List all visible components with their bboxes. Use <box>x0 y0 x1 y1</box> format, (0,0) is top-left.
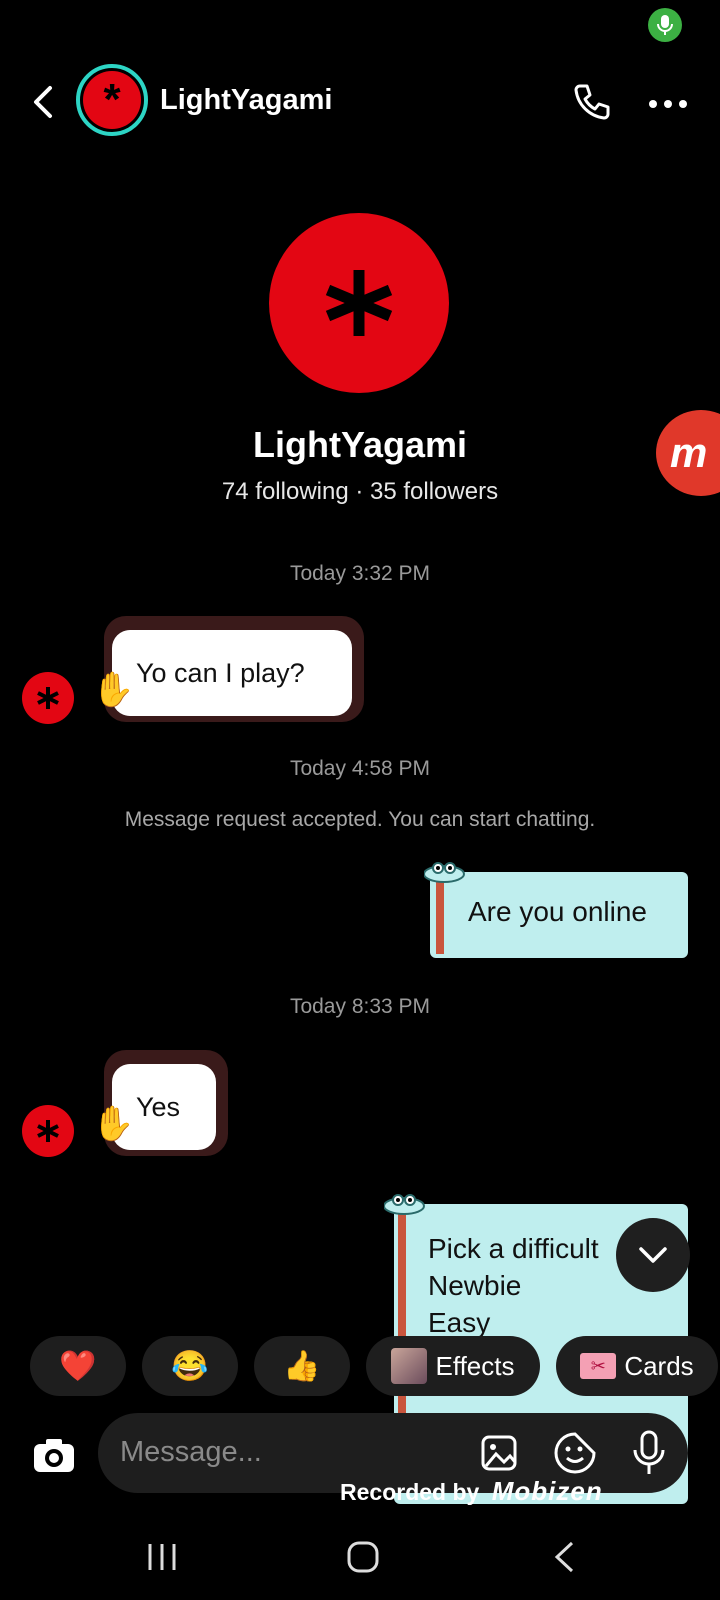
scroll-to-bottom-button[interactable] <box>616 1218 690 1292</box>
cards-button[interactable]: ✂ Cards <box>556 1336 718 1396</box>
avatar-glyph: * <box>83 71 141 129</box>
system-message: Message request accepted. You can start … <box>124 808 596 831</box>
waving-hand-icon: ✋ <box>92 1105 135 1143</box>
timestamp: Today 3:32 PM <box>289 562 431 585</box>
effects-button[interactable]: Effects <box>366 1336 540 1396</box>
quick-reaction-heart[interactable]: ❤️ <box>30 1336 126 1396</box>
cards-label: Cards <box>624 1350 694 1381</box>
chevron-down-icon <box>639 1247 667 1263</box>
mic-recording-indicator-icon <box>648 8 682 42</box>
quick-reaction-laughing[interactable]: 😂 <box>142 1336 238 1396</box>
laughing-face-icon: 😂 <box>171 1349 209 1383</box>
gift-card-icon: ✂ <box>580 1353 617 1379</box>
home-icon[interactable] <box>346 1540 380 1579</box>
timestamp: Today 4:58 PM <box>289 757 431 780</box>
sender-avatar[interactable] <box>22 1105 74 1157</box>
back-chevron-icon[interactable] <box>28 82 58 122</box>
profile-stats: 74 following · 35 followers <box>221 478 499 505</box>
crocodile-sticker-icon <box>423 860 470 889</box>
message-input[interactable]: Message... <box>120 1436 262 1469</box>
header-contact-name[interactable]: LightYagami <box>160 84 332 117</box>
quick-reaction-thumbs-up[interactable]: 👍 <box>254 1336 350 1396</box>
phone-icon[interactable] <box>570 80 614 124</box>
system-back-icon[interactable] <box>552 1540 576 1579</box>
mic-icon[interactable] <box>632 1430 666 1481</box>
waving-hand-icon: ✋ <box>92 671 135 709</box>
header-avatar[interactable]: * <box>76 64 148 136</box>
incoming-message-bubble[interactable]: Yo can I play? <box>112 630 352 716</box>
timestamp: Today 8:33 PM <box>289 995 431 1018</box>
system-navigation-bar <box>0 1520 720 1600</box>
message-text: Yes <box>136 1091 181 1122</box>
effects-label: Effects <box>435 1350 515 1381</box>
more-dots-icon[interactable] <box>648 96 688 108</box>
sticker-frame-strip <box>436 882 444 954</box>
camera-icon[interactable] <box>32 1434 76 1478</box>
recorder-watermark: Recorded by Mobizen <box>340 1476 603 1507</box>
crocodile-sticker-icon <box>383 1192 430 1221</box>
heart-icon: ❤️ <box>59 1349 97 1383</box>
message-text: Yo can I play? <box>136 657 305 688</box>
profile-avatar[interactable] <box>269 213 449 393</box>
recorder-badge-glyph: m <box>670 429 708 476</box>
effects-thumbnail-icon <box>391 1348 428 1384</box>
watermark-brand: Mobizen <box>491 1476 603 1506</box>
message-text: Are you online <box>468 896 648 927</box>
sender-avatar[interactable] <box>22 672 74 724</box>
image-icon[interactable] <box>480 1434 520 1479</box>
sticker-icon[interactable] <box>554 1432 596 1479</box>
profile-name: LightYagami <box>252 424 468 465</box>
watermark-prefix: Recorded by <box>340 1479 480 1505</box>
recent-apps-icon[interactable] <box>146 1542 178 1577</box>
thumbs-up-icon: 👍 <box>283 1349 321 1383</box>
